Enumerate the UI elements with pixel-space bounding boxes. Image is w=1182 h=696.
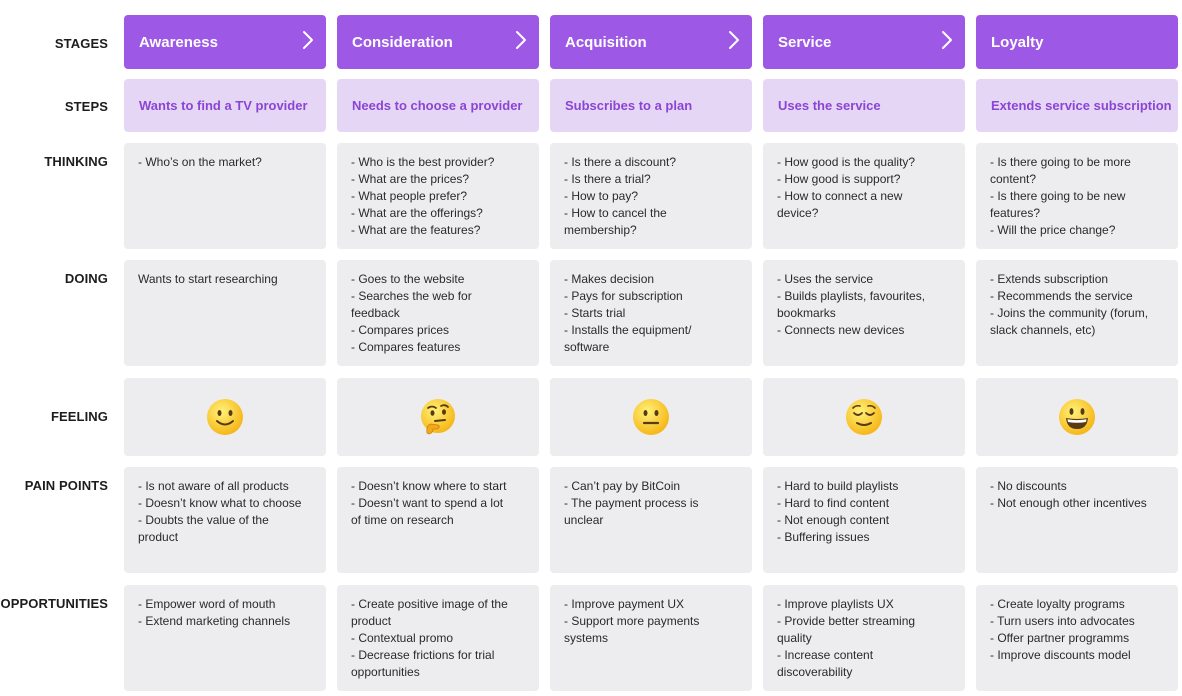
stage-label: Awareness: [139, 33, 218, 51]
feeling-service: [763, 378, 965, 456]
relieved-face-icon: [845, 398, 883, 436]
doing-consideration: - Goes to the website - Searches the web…: [337, 260, 539, 366]
opportunities-consideration: - Create positive image of the product -…: [337, 585, 539, 691]
feeling-consideration: [337, 378, 539, 456]
thinking-awareness: - Who’s on the market?: [124, 143, 326, 249]
stage-loyalty[interactable]: Loyalty: [976, 15, 1178, 69]
doing-loyalty: - Extends subscription - Recommends the …: [976, 260, 1178, 366]
opportunities-awareness: - Empower word of mouth - Extend marketi…: [124, 585, 326, 691]
chevron-right-icon: [728, 29, 740, 55]
chevron-right-icon: [302, 29, 314, 55]
thinking-loyalty: - Is there going to be more content? - I…: [976, 143, 1178, 249]
thinking-consideration: - Who is the best provider? - What are t…: [337, 143, 539, 249]
grinning-face-icon: [1058, 398, 1096, 436]
thinking-service: - How good is the quality? - How good is…: [763, 143, 965, 249]
opportunities-acquisition: - Improve payment UX - Support more paym…: [550, 585, 752, 691]
doing-awareness: Wants to start researching: [124, 260, 326, 366]
stage-consideration[interactable]: Consideration: [337, 15, 539, 69]
row-label-feeling: FEELING: [50, 409, 108, 424]
feeling-awareness: [124, 378, 326, 456]
pain-points-acquisition: - Can’t pay by BitCoin - The payment pro…: [550, 467, 752, 573]
step-acquisition: Subscribes to a plan: [550, 79, 752, 132]
feeling-acquisition: [550, 378, 752, 456]
row-label-thinking: THINKING: [44, 154, 108, 169]
stage-label: Consideration: [352, 33, 453, 51]
pain-points-service: - Hard to build playlists - Hard to find…: [763, 467, 965, 573]
doing-service: - Uses the service - Builds playlists, f…: [763, 260, 965, 366]
stage-acquisition[interactable]: Acquisition: [550, 15, 752, 69]
row-label-steps: STEPS: [64, 99, 108, 114]
step-loyalty: Extends service subscription: [976, 79, 1178, 132]
stage-label: Loyalty: [991, 33, 1044, 51]
doing-acquisition: - Makes decision - Pays for subscription…: [550, 260, 752, 366]
opportunities-service: - Improve playlists UX - Provide better …: [763, 585, 965, 691]
pain-points-awareness: - Is not aware of all products - Doesn’t…: [124, 467, 326, 573]
stage-label: Acquisition: [565, 33, 647, 51]
stage-awareness[interactable]: Awareness: [124, 15, 326, 69]
feeling-loyalty: [976, 378, 1178, 456]
chevron-right-icon: [515, 29, 527, 55]
opportunities-loyalty: - Create loyalty programs - Turn users i…: [976, 585, 1178, 691]
row-label-doing: DOING: [64, 271, 108, 286]
thinking-acquisition: - Is there a discount? - Is there a tria…: [550, 143, 752, 249]
stage-service[interactable]: Service: [763, 15, 965, 69]
stage-label: Service: [778, 33, 832, 51]
thinking-face-icon: [419, 398, 457, 436]
neutral-face-icon: [632, 398, 670, 436]
pain-points-loyalty: - No discounts - Not enough other incent…: [976, 467, 1178, 573]
row-label-stages: STAGES: [54, 36, 108, 51]
pain-points-consideration: - Doesn’t know where to start - Doesn’t …: [337, 467, 539, 573]
chevron-right-icon: [941, 29, 953, 55]
slightly-smiling-face-icon: [206, 398, 244, 436]
step-consideration: Needs to choose a provider: [337, 79, 539, 132]
row-label-pain-points: PAIN POINTS: [24, 478, 108, 493]
step-service: Uses the service: [763, 79, 965, 132]
step-awareness: Wants to find a TV provider: [124, 79, 326, 132]
row-label-opportunities: OPPORTUNITIES: [0, 596, 108, 611]
